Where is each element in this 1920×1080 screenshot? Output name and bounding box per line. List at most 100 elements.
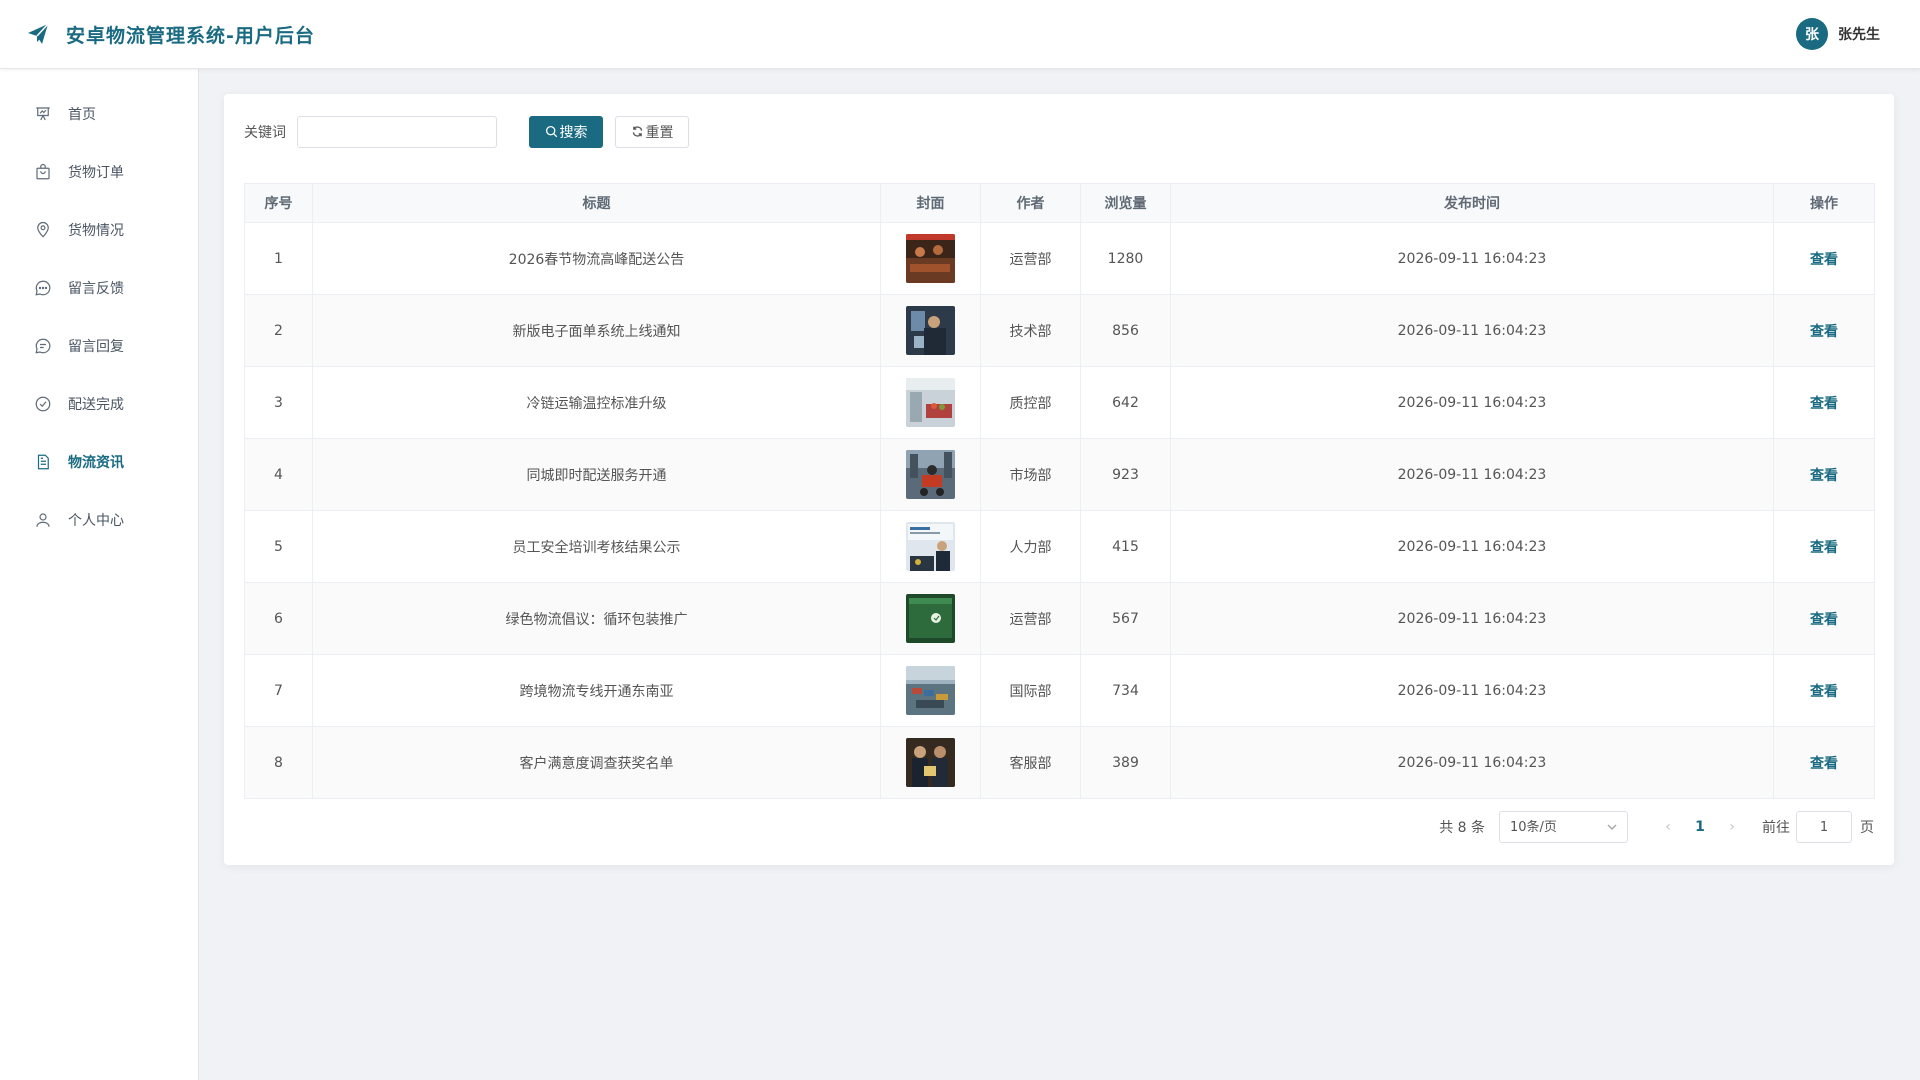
brand: 安卓物流管理系统-用户后台 [26, 21, 315, 48]
cell-author: 国际部 [980, 654, 1081, 727]
table-row: 1 2026春节物流高峰配送公告 运营部 1280 2026-09-11 16:… [244, 222, 1875, 295]
cell-views: 389 [1080, 726, 1171, 799]
cell-time: 2026-09-11 16:04:23 [1170, 294, 1774, 367]
cell-author: 人力部 [980, 510, 1081, 583]
cell-cover [880, 654, 981, 727]
cell-title: 2026春节物流高峰配送公告 [312, 222, 881, 295]
cell-time: 2026-09-11 16:04:23 [1170, 582, 1774, 655]
cover-image[interactable] [906, 234, 955, 283]
column-header-title[interactable]: 标题 [312, 183, 881, 223]
chat-reply-icon [35, 338, 51, 354]
column-header-author[interactable]: 作者 [980, 183, 1081, 223]
view-link[interactable]: 查看 [1810, 684, 1838, 700]
sidebar-item-reply[interactable]: 留言回复 [0, 317, 198, 375]
prev-page-button[interactable]: ‹ [1652, 819, 1684, 835]
column-header-action[interactable]: 操作 [1773, 183, 1875, 223]
table-row: 5 员工安全培训考核结果公示 人力部 415 2026-09-11 16:04:… [244, 510, 1875, 583]
sidebar-item-news[interactable]: 物流资讯 [0, 433, 198, 491]
view-link[interactable]: 查看 [1810, 252, 1838, 268]
column-header-index[interactable]: 序号 [244, 183, 313, 223]
table-row: 4 同城即时配送服务开通 市场部 923 2026-09-11 16:04:23… [244, 438, 1875, 511]
cover-image[interactable] [906, 450, 955, 499]
view-link[interactable]: 查看 [1810, 540, 1838, 556]
sidebar-item-goods-status[interactable]: 货物情况 [0, 201, 198, 259]
column-header-views[interactable]: 浏览量 [1080, 183, 1171, 223]
search-button[interactable]: 搜索 [529, 115, 603, 148]
cover-image[interactable] [906, 666, 955, 715]
cover-image[interactable] [906, 378, 955, 427]
sidebar-item-feedback[interactable]: 留言反馈 [0, 259, 198, 317]
table-header-row: 序号 标题 封面 作者 浏览量 发布时间 操作 [244, 183, 1875, 223]
sidebar-item-orders[interactable]: 货物订单 [0, 143, 198, 201]
next-page-button[interactable]: › [1716, 819, 1748, 835]
cell-action: 查看 [1773, 294, 1875, 367]
sidebar: 首页 货物订单 货物情况 留言反馈 留言回复 配送完成 物流资讯 个人中心 [0, 69, 199, 1080]
view-link[interactable]: 查看 [1810, 396, 1838, 412]
sidebar-item-home[interactable]: 首页 [0, 85, 198, 143]
cell-author: 技术部 [980, 294, 1081, 367]
top-header: 安卓物流管理系统-用户后台 张 张先生 [0, 0, 1920, 69]
check-circle-icon [35, 396, 51, 412]
reset-button[interactable]: 重置 [615, 115, 689, 148]
cell-time: 2026-09-11 16:04:23 [1170, 366, 1774, 439]
cell-cover [880, 582, 981, 655]
cell-action: 查看 [1773, 510, 1875, 583]
cell-title: 同城即时配送服务开通 [312, 438, 881, 511]
paper-plane-icon [28, 23, 49, 44]
sidebar-item-label: 首页 [68, 107, 96, 123]
cell-views: 734 [1080, 654, 1171, 727]
goto-label: 前往 [1762, 820, 1790, 836]
cell-action: 查看 [1773, 582, 1875, 655]
table-row: 8 客户满意度调查获奖名单 客服部 389 2026-09-11 16:04:2… [244, 726, 1875, 799]
username[interactable]: 张先生 [1838, 24, 1880, 44]
cell-views: 642 [1080, 366, 1171, 439]
cell-cover [880, 294, 981, 367]
cell-time: 2026-09-11 16:04:23 [1170, 726, 1774, 799]
view-link[interactable]: 查看 [1810, 756, 1838, 772]
column-header-time[interactable]: 发布时间 [1170, 183, 1774, 223]
cover-image[interactable] [906, 522, 955, 571]
cell-index: 2 [244, 294, 313, 367]
cell-views: 1280 [1080, 222, 1171, 295]
cell-author: 质控部 [980, 366, 1081, 439]
cell-index: 8 [244, 726, 313, 799]
goto-page-input[interactable] [1796, 811, 1852, 843]
cell-cover [880, 438, 981, 511]
cell-cover [880, 726, 981, 799]
user-menu[interactable]: 张 张先生 [1796, 18, 1880, 50]
cover-image[interactable] [906, 594, 955, 643]
column-header-cover[interactable]: 封面 [880, 183, 981, 223]
user-icon [36, 513, 50, 527]
cell-action: 查看 [1773, 654, 1875, 727]
cell-action: 查看 [1773, 366, 1875, 439]
sidebar-item-label: 个人中心 [68, 513, 124, 529]
cover-image[interactable] [906, 306, 955, 355]
sidebar-item-profile[interactable]: 个人中心 [0, 491, 198, 549]
sidebar-item-label: 留言回复 [68, 339, 124, 355]
cell-time: 2026-09-11 16:04:23 [1170, 654, 1774, 727]
cover-image[interactable] [906, 738, 955, 787]
avatar[interactable]: 张 [1796, 18, 1828, 50]
cell-title: 客户满意度调查获奖名单 [312, 726, 881, 799]
cell-cover [880, 222, 981, 295]
search-bar: 关键词 搜索 重置 [244, 115, 1874, 148]
document-icon [37, 454, 49, 470]
cell-index: 6 [244, 582, 313, 655]
sidebar-item-label: 货物情况 [68, 223, 124, 239]
search-button-label: 搜索 [559, 124, 588, 141]
cell-action: 查看 [1773, 222, 1875, 295]
cell-cover [880, 510, 981, 583]
app-title: 安卓物流管理系统-用户后台 [66, 24, 315, 47]
cell-title: 跨境物流专线开通东南亚 [312, 654, 881, 727]
view-link[interactable]: 查看 [1810, 612, 1838, 628]
page-size-select[interactable]: 10条/页 [1499, 811, 1628, 843]
table-row: 6 绿色物流倡议：循环包装推广 运营部 567 2026-09-11 16:04… [244, 582, 1875, 655]
sidebar-item-delivered[interactable]: 配送完成 [0, 375, 198, 433]
view-link[interactable]: 查看 [1810, 468, 1838, 484]
cell-title: 冷链运输温控标准升级 [312, 366, 881, 439]
page-number-current[interactable]: 1 [1684, 819, 1716, 835]
view-link[interactable]: 查看 [1810, 324, 1838, 340]
keyword-input[interactable] [297, 115, 497, 148]
cell-index: 1 [244, 222, 313, 295]
sidebar-item-label: 物流资讯 [68, 455, 124, 471]
